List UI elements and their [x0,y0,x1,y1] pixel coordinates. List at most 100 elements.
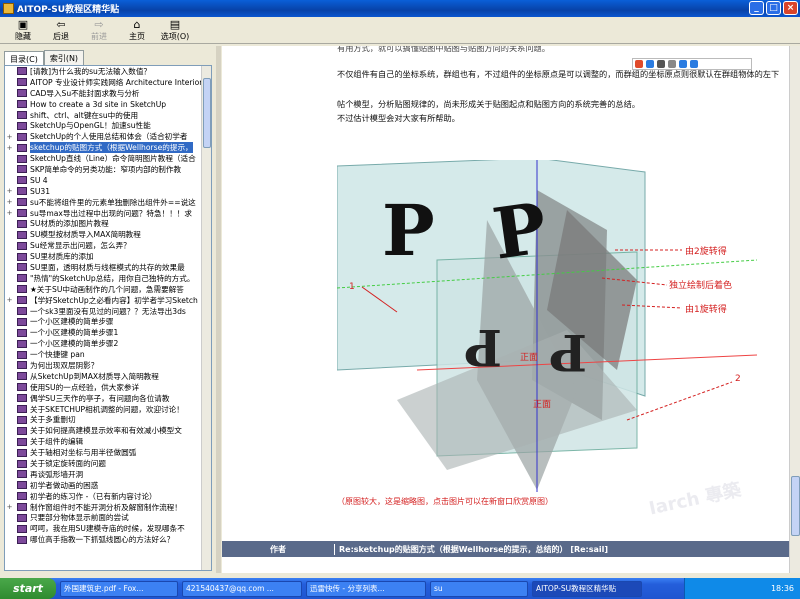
topic-book-icon [17,481,27,490]
tree-item[interactable]: 关于多重删切 [5,415,211,426]
tree-item[interactable]: Su经常显示出问题，怎么弄？ [5,240,211,251]
taskbar-item-foxit[interactable]: 外国建筑史.pdf - Fox... [60,580,178,597]
tree-item-label: SketchUp的个人使用总结和体会（适合初学者 [30,132,188,142]
tree-item[interactable]: 关于SKETCHUP相机调整的问题，欢迎讨论！ [5,404,211,415]
tree-item[interactable]: SketchUp与OpenGL！加速su性能 [5,120,211,131]
tree-item[interactable]: ★关于SU中动画制作的几个问题，急需要解答 [5,284,211,295]
tree-scrollbar[interactable] [201,66,211,570]
hide-icon: ▣ [17,17,29,31]
expand-icon[interactable]: + [5,144,14,152]
tree-item[interactable]: 关于锁定旋转面的问题 [5,458,211,469]
tree-item[interactable]: 为何出现双层阴影？ [5,360,211,371]
image-caption[interactable]: （原图较大，这是缩略图，点击图片可以在新窗口欣赏原图） [337,496,553,507]
tree-item-label: 为何出现双层阴影？ [30,361,99,370]
tree-item[interactable]: 从SketchUp到MAX材质导入简明教程 [5,371,211,382]
topic-book-icon [17,426,27,435]
close-button[interactable]: × [783,1,798,15]
tab-index[interactable]: 索引(N) [43,50,85,66]
forward-button[interactable]: ⇨ 前进 [80,17,118,43]
tree-item[interactable]: 关于组件的编辑 [5,436,211,447]
tree-item[interactable]: SU模型按材质导入MAX简明教程 [5,229,211,240]
maximize-button[interactable]: □ [766,1,781,15]
nav-tabs: 目录(C) 索引(N) [4,50,85,67]
topic-book-icon [17,111,27,119]
tree-item[interactable]: 呵呵，我在用SU建模寺庙的时候，发现哪条不 [5,523,211,534]
tree-item[interactable]: 再谈弧形墙开洞 [5,469,211,480]
tree-item[interactable]: 初学者做动画的困惑 [5,480,211,491]
topic-book-icon [17,274,27,283]
taskbar-item-su-folder[interactable]: su [430,580,528,597]
tree-item-label: SketchUp与OpenGL！加速su性能 [30,121,151,131]
tree-item[interactable]: 一个快捷键 pan [5,349,211,360]
tree-item[interactable]: SU 4 [5,175,211,186]
expand-icon[interactable]: + [5,503,14,511]
taskbar-item-chm[interactable]: AITOP-SU教程区精华贴 [532,580,642,597]
tree-item[interactable]: SKP简单命令的另类功能：窄项内部的制作教 [5,164,211,175]
tree-item[interactable]: AITOP 专业设计师实践网络 Architecture Interior [5,77,211,88]
tree-item[interactable]: + 制作窗组件时不能开洞分析及解窗制作流程！ [5,502,211,513]
topic-book-icon [17,230,27,239]
tree-item[interactable]: 关于如何提高建模显示效率和有效减小模型文 [5,425,211,436]
expand-icon[interactable]: + [5,209,14,217]
tree-item[interactable]: How to create a 3d site in SketchUp [5,99,211,110]
tree-item[interactable]: 一个小区建模的简单步骤 [5,316,211,327]
tree-item[interactable]: 使用SU的一点经验，供大家参详 [5,382,211,393]
tree-item[interactable]: + SketchUp的个人使用总结和体会（适合初学者 [5,131,211,142]
tree-item[interactable]: + sketchup的贴图方式（根据Wellhorse的提示， [5,142,211,154]
tree-item[interactable]: [请教]为什么我的su无法输入数值？ [5,66,211,77]
back-button[interactable]: ⇦ 后退 [42,17,80,43]
taskbar-item-xunlei[interactable]: 迅雷快传 - 分享列表... [306,580,426,597]
annotation-front-1: 正面 [520,353,539,363]
topic-book-icon [17,492,27,501]
pane-splitter[interactable] [216,46,221,573]
tree-item[interactable]: + su导max导出过程中出现的问题？特急！！！求 [5,208,211,219]
tree-scroll-thumb[interactable] [203,78,211,148]
tree-item[interactable]: 只要部分物体显示前面的尝试 [5,513,211,524]
svg-text:P: P [382,189,435,272]
tree-item-label: 一个小区建模的简单步骤1 [30,328,119,338]
tree-item[interactable]: + SU31 [5,186,211,197]
home-button[interactable]: ⌂ 主页 [118,17,156,43]
tree-item[interactable]: 偶学SU三天作的亭子，有问题向各位请教 [5,393,211,404]
model-thumbnail[interactable]: P P P P 1 2 由2旋转得 独立绘制后着色 由1旋转得 正面 正面 [336,157,758,492]
topic-book-icon [17,296,27,305]
expand-icon[interactable]: + [5,187,14,195]
hide-button[interactable]: ▣ 隐藏 [4,17,42,43]
content-scrollbar[interactable] [789,46,800,573]
topic-book-icon [17,219,27,228]
topic-book-icon [17,470,27,479]
tree-item-label: 关于轴相对坐标与用半径做圆弧 [30,448,137,458]
minimize-button[interactable]: _ [749,1,764,15]
taskbar-item-qq-mail[interactable]: 421540437@qq.com ... [182,580,302,597]
content-scroll-thumb[interactable] [791,476,800,536]
window-controls: _ □ × [749,1,798,15]
tree-item[interactable]: SU里材质库的添加 [5,251,211,262]
tree-item[interactable]: + su不能将组件里的元素单独删除出组件外==说这 [5,197,211,208]
tree-item[interactable]: 初学者的练习作 -（已有新内容讨论） [5,491,211,502]
topic-book-icon [17,328,27,337]
topic-book-icon [17,524,27,533]
options-button[interactable]: ▤ 选项(O) [156,17,194,43]
tree-item[interactable]: "热情"的SketchUp总结，用你自己独特的方式。 [5,273,211,284]
tree-item[interactable]: SketchUp直线（Line）命令简明图片教程（适合 [5,153,211,164]
tree-item-label: SU里材质库的添加 [30,252,94,262]
tree-item-label: su不能将组件里的元素单独删除出组件外==说这 [30,197,196,207]
tree-item[interactable]: SU材质的添加图片教程 [5,218,211,229]
tree-item[interactable]: 一个小区建模的简单步骤1 [5,327,211,338]
tree-item-label: shift、ctrl、alt键在su中的使用 [30,110,139,120]
tree-item[interactable]: 关于轴相对坐标与用半径做圆弧 [5,447,211,458]
tree-item[interactable]: shift、ctrl、alt键在su中的使用 [5,110,211,121]
tree-item[interactable]: CAD导入Su不能封面求教与分析 [5,88,211,99]
expand-icon[interactable]: + [5,133,14,141]
clock[interactable]: 18:36 [771,584,794,593]
tree-item[interactable]: 一个sk3里面没有见过的问题？？无法导出3ds [5,306,211,317]
tree-item[interactable]: + 【学好SketchUp之必看内容】初学者学习Sketch [5,295,211,306]
tree-item[interactable]: 一个小区建模的简单步骤2 [5,338,211,349]
expand-icon[interactable]: + [5,198,14,206]
system-tray: 18:36 [684,578,800,599]
tree-item[interactable]: 哪位高手指教一下抓弧线圆心的方法好么？ [5,534,211,545]
start-button[interactable]: start [0,578,56,599]
tree-item-label: SU 4 [30,175,48,185]
tree-item[interactable]: SU里面，透明材质与线框模式的共存的效果最 [5,262,211,273]
expand-icon[interactable]: + [5,296,14,304]
